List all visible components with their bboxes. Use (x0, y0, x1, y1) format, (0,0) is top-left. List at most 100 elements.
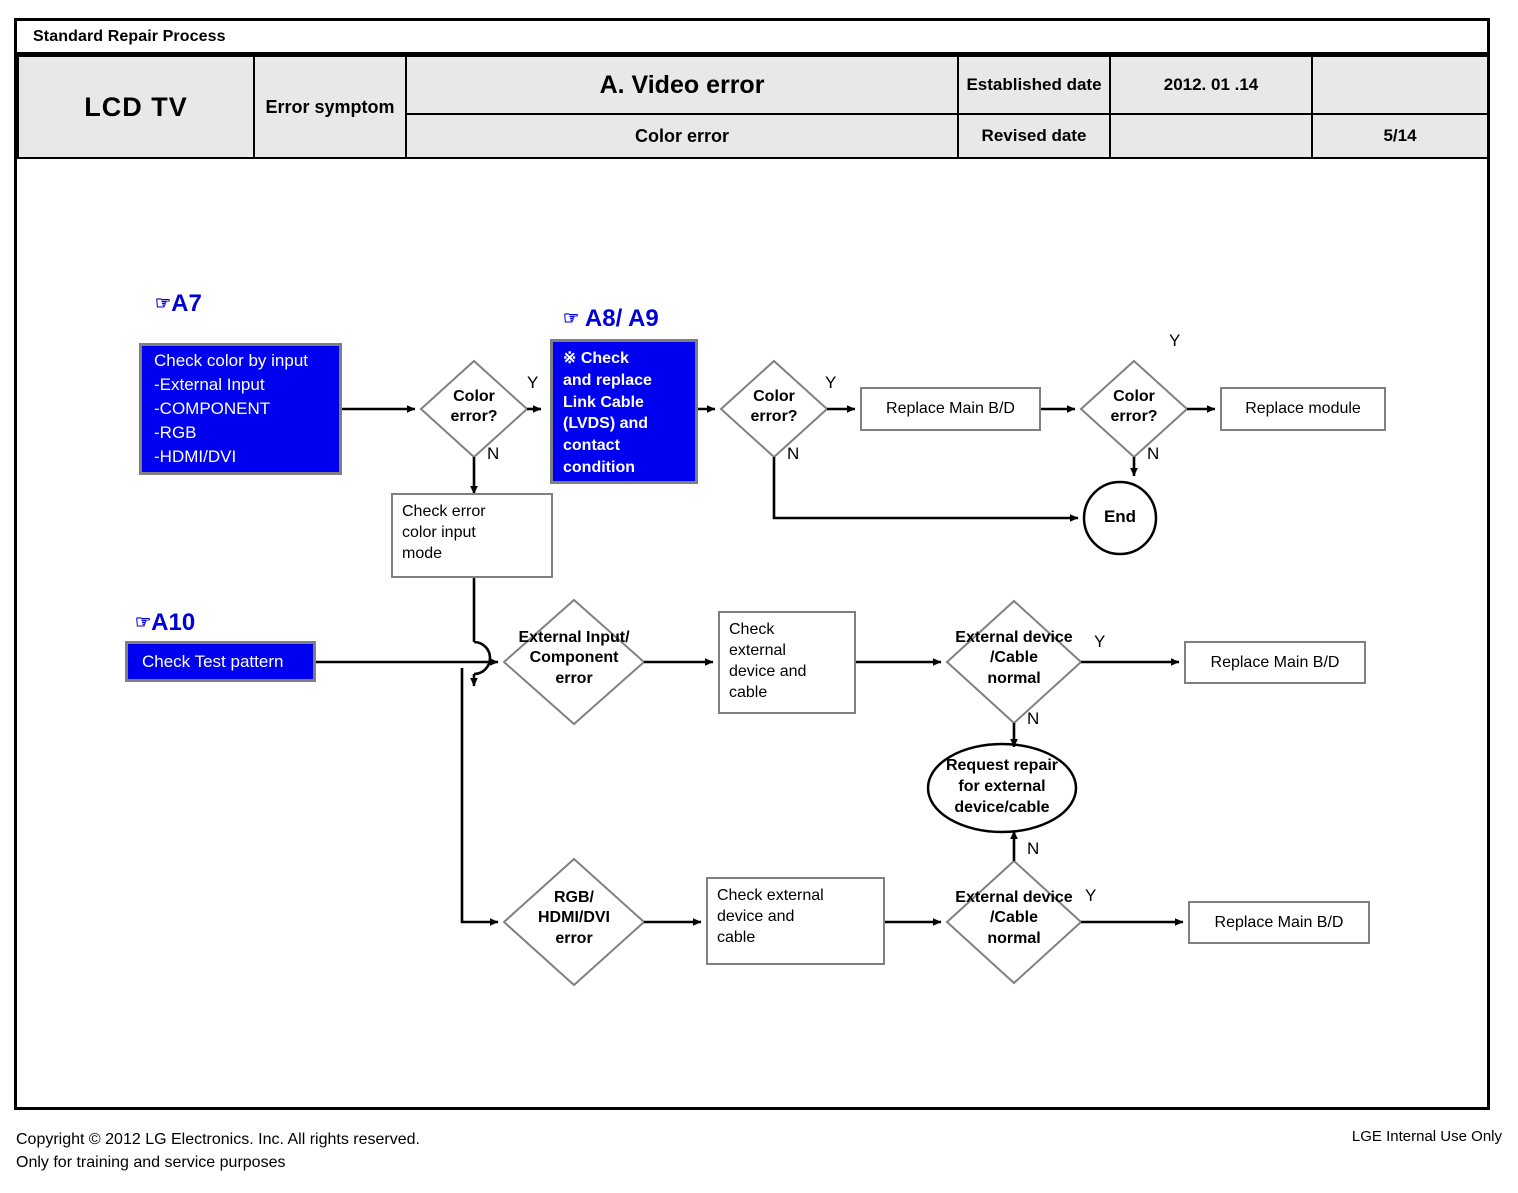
reference-tag-a10-code: A10 (151, 609, 196, 636)
node-line: -External Input (154, 374, 265, 394)
branch-label-color-error-2-yes: Y (825, 373, 837, 392)
node-line: Check Test pattern (142, 651, 284, 671)
header-info-table: LCD TV Error symptom A. Video error Esta… (17, 54, 1489, 159)
reference-tag-a7-code: A7 (171, 290, 202, 317)
flowchart-canvas: ☞A7 ☞ A8/ A9 ☞A10 Check color by input -… (17, 159, 1487, 1107)
node-line: External device (955, 889, 1073, 906)
node-line: Check external (717, 887, 824, 904)
revised-date-label-cell: Revised date (957, 113, 1111, 159)
node-line: Link Cable (563, 393, 644, 411)
node-line: device and (717, 908, 795, 926)
label-request-repair: Request repair for external device/cable (918, 756, 1086, 818)
node-check-color-by-input[interactable]: Check color by input -External Input -CO… (139, 343, 342, 475)
footer-copyright-line-1: Copyright © 2012 LG Electronics. Inc. Al… (16, 1131, 420, 1148)
node-line: for external (958, 777, 1046, 795)
node-check-external-device-cable-1[interactable]: Check external device and cable (718, 611, 856, 714)
node-line: RGB/ (554, 889, 594, 906)
reference-tag-a7: ☞A7 (155, 290, 202, 318)
node-line: error? (450, 408, 498, 426)
node-replace-main-bd-2[interactable]: Replace Main B/D (1184, 641, 1366, 684)
banner-title-bar: Standard Repair Process (17, 21, 1487, 55)
reference-tag-a10: ☞A10 (135, 609, 195, 637)
established-date-label-cell: Established date (957, 54, 1111, 116)
node-line: mode (402, 545, 443, 563)
node-check-external-device-cable-2[interactable]: Check external device and cable (706, 877, 885, 965)
node-line: External Input/ (518, 629, 630, 646)
label-external-input-component-error: External Input/ Component error (489, 628, 659, 689)
established-date-value-cell: 2012. 01 .14 (1109, 54, 1313, 116)
node-line: HDMI/DVI (538, 909, 610, 927)
node-line: ※ Check (563, 350, 629, 367)
node-check-replace-link-cable[interactable]: ※ Check and replace Link Cable (LVDS) an… (550, 339, 698, 484)
node-line: Component (529, 649, 619, 667)
branch-label-color-error-2-no: N (787, 444, 800, 463)
banner-title: Standard Repair Process (33, 27, 226, 45)
label-color-error-3: Color error? (1084, 387, 1184, 428)
node-line: normal (987, 929, 1041, 947)
node-line: Check color by input (154, 350, 309, 370)
sub-title-cell: Color error (405, 113, 959, 159)
reference-tag-a8-a9: ☞ A8/ A9 (563, 305, 659, 333)
node-line: and replace (563, 371, 652, 389)
error-symptom-label-cell: Error symptom (253, 55, 407, 159)
node-replace-main-bd-3[interactable]: Replace Main B/D (1188, 901, 1370, 944)
pointing-hand-icon: ☞ (135, 612, 152, 632)
branch-label-color-error-1-yes: Y (527, 373, 539, 392)
page-frame: Standard Repair Process LCD TV Error sym… (14, 18, 1490, 1110)
node-line: device and (729, 663, 807, 681)
node-line: Color (1113, 388, 1155, 405)
node-line: normal (987, 669, 1041, 687)
branch-label-device-cable-1-yes: Y (1094, 632, 1106, 651)
node-line: End (1103, 507, 1137, 526)
node-line: device/cable (954, 798, 1050, 816)
node-line: Request repair (945, 757, 1059, 774)
node-line: Replace Main B/D (886, 400, 1015, 418)
top-right-blank-cell (1311, 54, 1489, 116)
node-line: error? (1110, 408, 1158, 426)
node-line: Replace Main B/D (1214, 913, 1344, 931)
label-external-device-cable-normal-2: External device /Cable normal (929, 888, 1099, 949)
pointing-hand-icon: ☞ (563, 308, 580, 328)
label-rgb-hdmi-dvi-error: RGB/ HDMI/DVI error (504, 888, 644, 949)
branch-label-color-error-3-yes: Y (1169, 331, 1181, 350)
node-line: error (555, 929, 593, 947)
branch-label-color-error-1-no: N (487, 444, 500, 463)
node-replace-module[interactable]: Replace module (1220, 387, 1386, 431)
footer-confidentiality: LGE Internal Use Only (1351, 1128, 1502, 1145)
node-line: (LVDS) and (563, 415, 649, 433)
node-line: /Cable (989, 649, 1038, 667)
node-line: Color (753, 388, 795, 405)
node-line: -RGB (154, 423, 197, 443)
reference-tag-a8-a9-code: A8/ A9 (584, 305, 659, 332)
revised-date-value-cell (1109, 113, 1313, 159)
footer-copyright-line-2: Only for training and service purposes (16, 1154, 286, 1172)
node-line: -COMPONENT (154, 398, 271, 418)
node-check-error-color-input-mode[interactable]: Check error color input mode (391, 493, 553, 578)
label-color-error-1: Color error? (424, 387, 524, 428)
node-line: External device (955, 629, 1073, 646)
label-external-device-cable-normal-1: External device /Cable normal (929, 628, 1099, 689)
page-number-cell: 5/14 (1311, 113, 1489, 159)
product-name-cell: LCD TV (17, 55, 255, 159)
node-line: /Cable (989, 909, 1038, 927)
footer-copyright: Copyright © 2012 LG Electronics. Inc. Al… (16, 1128, 420, 1174)
node-line: Replace module (1245, 400, 1361, 418)
branch-label-color-error-3-no: N (1147, 444, 1160, 463)
node-line: Replace Main B/D (1210, 653, 1340, 671)
node-line: -HDMI/DVI (154, 447, 237, 467)
node-line: Check error (402, 503, 486, 520)
node-line: condition (563, 458, 635, 476)
node-line: color input (402, 524, 476, 542)
main-title-cell: A. Video error (405, 54, 959, 116)
node-line: contact (563, 437, 620, 454)
node-line: Check (729, 621, 775, 638)
label-end: End (1084, 507, 1156, 527)
node-line: external (729, 642, 786, 660)
node-line: error? (750, 408, 798, 426)
node-line: Color (453, 388, 495, 405)
node-check-test-pattern[interactable]: Check Test pattern (125, 641, 316, 682)
label-color-error-2: Color error? (724, 387, 824, 428)
branch-label-device-cable-2-yes: Y (1085, 886, 1097, 905)
pointing-hand-icon: ☞ (155, 293, 172, 313)
node-replace-main-bd-1[interactable]: Replace Main B/D (860, 387, 1041, 431)
